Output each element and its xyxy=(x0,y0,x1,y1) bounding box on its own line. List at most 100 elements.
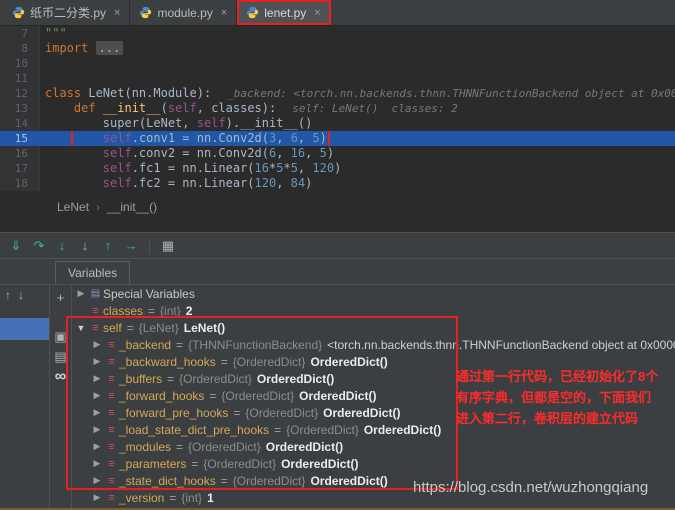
variable-row-backend[interactable]: ▶ ≡ _backend = {THNNFunctionBackend} <torch.n… xyxy=(72,336,675,353)
line-number[interactable]: 13 xyxy=(0,101,40,116)
special-variables-label: Special Variables xyxy=(103,286,195,301)
line-number[interactable]: 10 xyxy=(0,56,40,71)
line-number[interactable]: 8 xyxy=(0,41,40,56)
line-number[interactable]: 17 xyxy=(0,161,40,176)
expander-icon[interactable]: ▶ xyxy=(90,356,104,367)
code-line-7[interactable]: 7 """ xyxy=(0,26,675,41)
copy-value-icon[interactable]: ▤ xyxy=(51,347,71,367)
variable-row-classes[interactable]: ≡ classes = {int} 2 xyxy=(72,302,675,319)
code-line-8[interactable]: 8 import ... xyxy=(0,41,675,56)
force-step-into-icon[interactable]: ↓ xyxy=(75,236,95,256)
code-line-17[interactable]: 17 self.fc1 = nn.Linear(16*5*5, 120) xyxy=(0,161,675,176)
annotation-line-1: 有序字典，但都是空的，下面我们 xyxy=(456,390,652,405)
code-line-10[interactable]: 10 xyxy=(0,56,675,71)
variable-icon: ≡ xyxy=(108,474,115,487)
code-token: .fc2 = nn.Linear( xyxy=(131,176,255,190)
variable-value: OrderedDict() xyxy=(310,473,388,488)
variable-name: _forward_pre_hooks xyxy=(119,405,229,420)
equals-sign: = xyxy=(209,388,217,403)
code-token: 5 xyxy=(312,131,320,145)
selected-frame-row[interactable] xyxy=(0,318,49,340)
editor-tab-1[interactable]: module.py × xyxy=(130,0,238,25)
special-variables-group[interactable]: ▶ ▤ Special Variables xyxy=(72,285,675,302)
expander-icon[interactable]: ▶ xyxy=(90,373,104,384)
variable-value: OrderedDict() xyxy=(281,456,359,471)
code-line-13[interactable]: 13 def __init__(self, classes): self: LeN… xyxy=(0,101,675,116)
variable-type: {OrderedDict} xyxy=(221,388,295,403)
code-line-15[interactable]: 15 self.conv1 = nn.Conv2d(3, 6, 5) xyxy=(0,131,675,146)
code-token: , xyxy=(297,161,313,175)
run-to-cursor-icon[interactable]: → xyxy=(121,236,141,256)
layout-icon[interactable]: ▣ xyxy=(51,327,71,347)
add-watch-icon[interactable]: + xyxy=(51,287,71,307)
expander-icon[interactable]: ▶ xyxy=(74,288,88,299)
variable-row-self[interactable]: ▼ ≡ self = {LeNet} LeNet() xyxy=(72,319,675,336)
line-number[interactable]: 7 xyxy=(0,26,40,41)
step-into-icon[interactable]: ↓ xyxy=(52,236,72,256)
code-line-16[interactable]: 16 self.conv2 = nn.Conv2d(6, 16, 5) xyxy=(0,146,675,161)
expander-icon[interactable]: ▶ xyxy=(90,441,104,452)
variables-side-toolbar: + ▣ ▤ ∞ xyxy=(50,285,72,510)
code-line-18[interactable]: 18 self.fc2 = nn.Linear(120, 84) xyxy=(0,176,675,191)
expander-icon[interactable]: ▶ xyxy=(90,339,104,350)
toolbar-separator xyxy=(149,237,150,254)
code-line-12[interactable]: 12 class LeNet(nn.Module): _backend: <torc… xyxy=(0,86,675,101)
expander-icon[interactable]: ▶ xyxy=(90,458,104,469)
line-number[interactable]: 15 xyxy=(0,131,40,146)
variable-icon: ≡ xyxy=(108,389,115,402)
variable-row-modules[interactable]: ▶ ≡ _modules = {OrderedDict} OrderedDict() xyxy=(72,438,675,455)
equals-sign: = xyxy=(148,303,156,318)
breadcrumb-item-1[interactable]: __init__() xyxy=(107,200,157,214)
step-out-icon[interactable]: ↑ xyxy=(98,236,118,256)
variable-icon: ≡ xyxy=(108,423,115,436)
equals-sign: = xyxy=(233,405,241,420)
code-token: , xyxy=(276,131,291,145)
infinity-icon[interactable]: ∞ xyxy=(51,367,71,387)
expander-icon[interactable]: ▶ xyxy=(90,407,104,418)
line-number[interactable]: 14 xyxy=(0,116,40,131)
code-line-11[interactable]: 11 xyxy=(0,71,675,86)
editor-tab-0[interactable]: 纸币二分类.py × xyxy=(3,0,131,25)
code-editor[interactable]: 7 """ 8 import ... 10 11 12 class LeNet(nn.Modu… xyxy=(0,26,675,196)
code-token: def xyxy=(73,101,103,115)
variable-value: OrderedDict() xyxy=(310,354,388,369)
expander-icon[interactable]: ▶ xyxy=(90,424,104,435)
tab-close-icon[interactable]: × xyxy=(114,7,120,19)
step-over-icon[interactable]: ↷ xyxy=(29,236,49,256)
previous-frame-icon[interactable]: ↑ xyxy=(5,288,11,302)
next-frame-icon[interactable]: ↓ xyxy=(18,288,24,302)
expander-icon[interactable]: ▶ xyxy=(90,390,104,401)
line-number[interactable]: 11 xyxy=(0,71,40,86)
breadcrumb-item-0[interactable]: LeNet xyxy=(57,200,89,214)
expander-icon[interactable]: ▼ xyxy=(74,323,88,333)
editor-tab-2[interactable]: lenet.py × xyxy=(237,0,331,25)
variable-row-parameters[interactable]: ▶ ≡ _parameters = {OrderedDict} OrderedDict() xyxy=(72,455,675,472)
code-token: ... xyxy=(95,41,124,55)
variable-value: LeNet() xyxy=(183,320,226,335)
line-number[interactable]: 18 xyxy=(0,176,40,191)
line-number[interactable]: 12 xyxy=(0,86,40,101)
debug-highlight-box: self.conv1 = nn.Conv2d(3, 6, 5) xyxy=(70,131,330,146)
frames-pane[interactable]: ↑ ↓ xyxy=(0,285,50,510)
tab-close-icon[interactable]: × xyxy=(314,7,320,19)
expander-icon[interactable]: ▶ xyxy=(90,475,104,486)
code-text: import ... xyxy=(45,41,124,56)
code-token: self xyxy=(102,146,132,160)
variable-icon: ≡ xyxy=(92,304,99,317)
line-number[interactable]: 16 xyxy=(0,146,40,161)
watermark-url: https://blog.csdn.net/wuzhongqiang xyxy=(413,479,649,496)
variable-icon: ≡ xyxy=(108,338,115,351)
equals-sign: = xyxy=(167,371,175,386)
variable-value: <torch.nn.backends.thnn.THNNFunctionBack… xyxy=(327,337,675,352)
code-text: self.conv2 = nn.Conv2d(6, 16, 5) xyxy=(45,146,334,161)
view-as-grid-icon[interactable]: ▦ xyxy=(158,236,178,256)
variable-name: _forward_hooks xyxy=(119,388,205,403)
editor-tab-bar: 纸币二分类.py × module.py × lenet.py × xyxy=(0,0,675,26)
show-execution-point-icon[interactable]: ⇓ xyxy=(6,236,26,256)
code-line-14[interactable]: 14 super(LeNet, self).__init__() xyxy=(0,116,675,131)
expander-icon[interactable]: ▶ xyxy=(90,492,104,503)
tab-close-icon[interactable]: × xyxy=(221,7,227,19)
variable-icon: ≡ xyxy=(108,440,115,453)
tab-variables[interactable]: Variables xyxy=(55,261,131,284)
